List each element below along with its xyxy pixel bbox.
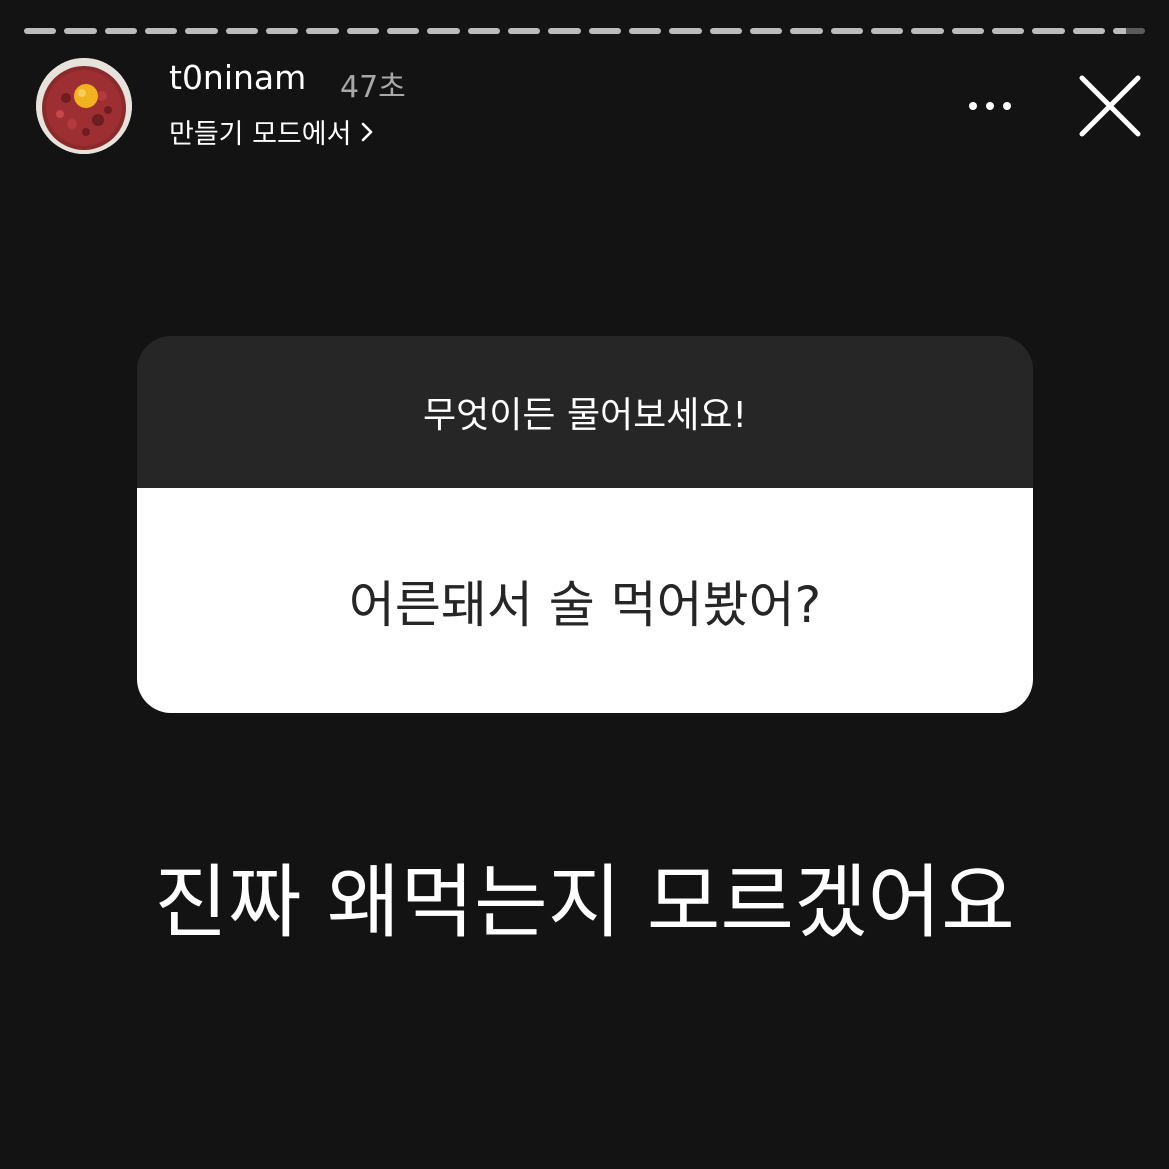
more-button[interactable] xyxy=(958,86,1022,126)
progress-segment xyxy=(306,28,339,34)
progress-segment xyxy=(830,28,863,34)
username[interactable]: t0ninam xyxy=(169,58,306,97)
progress-segment xyxy=(507,28,541,34)
close-icon xyxy=(1079,75,1141,137)
progress-segment xyxy=(185,28,218,34)
progress-segment xyxy=(790,28,823,34)
more-dots-icon xyxy=(969,102,977,110)
progress-segment xyxy=(588,28,621,34)
progress-segment xyxy=(1032,28,1065,34)
story-progress-bar xyxy=(24,28,1146,34)
progress-segment xyxy=(386,28,420,34)
progress-segment xyxy=(870,28,904,34)
progress-segment xyxy=(346,28,379,34)
progress-segment xyxy=(628,28,662,34)
creation-mode-link[interactable]: 만들기 모드에서 xyxy=(169,112,375,151)
question-sticker-body: 어른돼서 술 먹어봤어? xyxy=(137,488,1033,713)
progress-segment xyxy=(225,28,258,34)
progress-segment xyxy=(911,28,944,34)
progress-segment xyxy=(548,28,581,34)
more-dots-icon xyxy=(1003,102,1011,110)
progress-segment xyxy=(951,28,984,34)
progress-segment xyxy=(24,28,57,34)
progress-segment xyxy=(669,28,702,34)
progress-segment xyxy=(749,28,783,34)
progress-segment xyxy=(1112,28,1146,34)
question-prompt: 무엇이든 물어보세요! xyxy=(423,395,747,436)
close-button[interactable] xyxy=(1076,72,1144,140)
progress-segment xyxy=(709,28,742,34)
question-text: 어른돼서 술 먹어봤어? xyxy=(348,575,822,634)
more-dots-icon xyxy=(986,102,994,110)
progress-segment xyxy=(64,28,97,34)
progress-segment xyxy=(427,28,460,34)
progress-segment xyxy=(144,28,178,34)
progress-segment xyxy=(1072,28,1105,34)
food-photo-avatar-icon xyxy=(36,58,132,154)
progress-segment xyxy=(991,28,1025,34)
question-sticker-header: 무엇이든 물어보세요! xyxy=(137,336,1033,488)
timestamp: 47초 xyxy=(340,70,406,105)
chevron-right-icon xyxy=(362,122,373,141)
progress-segment xyxy=(265,28,299,34)
progress-segment xyxy=(104,28,137,34)
question-sticker: 무엇이든 물어보세요! 어른돼서 술 먹어봤어? xyxy=(137,336,1033,713)
progress-segment xyxy=(467,28,500,34)
subtitle-label: 만들기 모드에서 xyxy=(169,119,352,150)
reply-text: 진짜 왜먹는지 모르겠어요 xyxy=(154,856,1015,949)
avatar[interactable] xyxy=(36,58,132,154)
